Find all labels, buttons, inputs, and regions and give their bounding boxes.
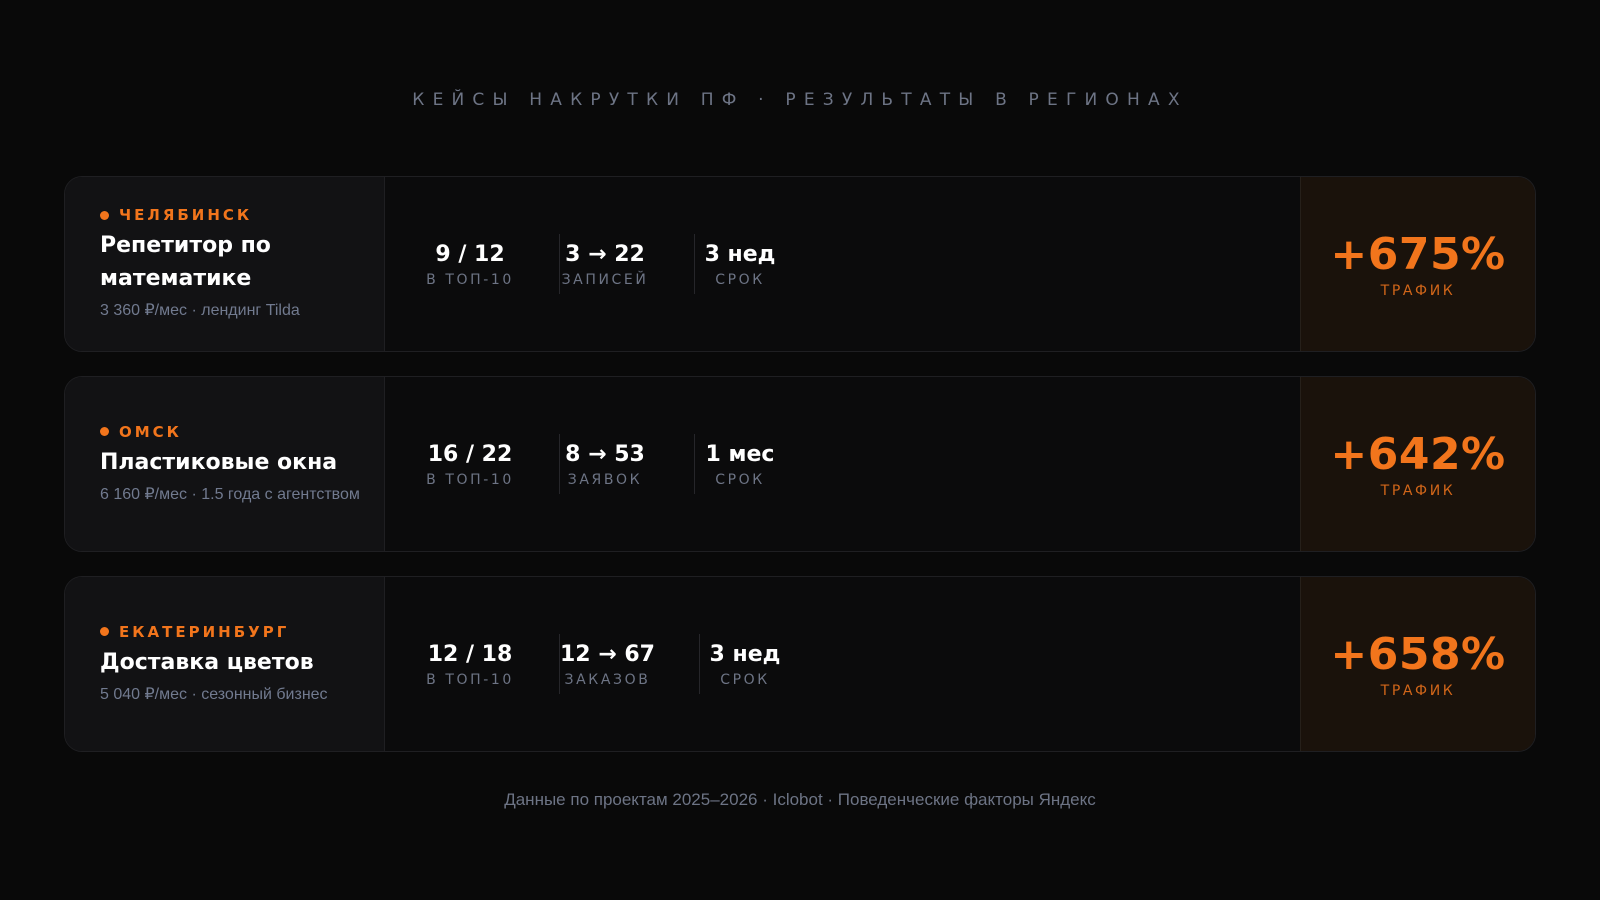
metric-conversions: 8 → 53 ЗАЯВОК [560,440,694,488]
metric-value: 12 → 67 [560,642,655,667]
metric-value: 12 / 18 [427,642,513,667]
metric-label: ЗАПИСЕЙ [561,272,649,288]
niche-title: Доставка цветов [100,649,314,675]
metric-label: ЗАЯВОК [567,472,643,488]
metric-conversions: 12 → 67 ЗАКАЗОВ [560,640,699,688]
case-card-chelyabinsk: ЧЕЛЯБИНСК Репетитор по математике 3 360 … [64,176,1536,352]
traffic-growth-value: +642% [1330,429,1506,480]
metric-label: СРОК [715,272,765,288]
metric-label: В ТОП-10 [426,672,514,688]
case-description: 6 160 ₽/мес · 1.5 года с агентством [100,485,360,503]
case-info: ЧЕЛЯБИНСК Репетитор по математике 3 360 … [65,177,385,351]
traffic-growth-value: +675% [1330,229,1506,280]
metric-top10: 12 / 18 В ТОП-10 [425,640,559,688]
traffic-growth-label: ТРАФИК [1380,283,1456,299]
metric-label: ЗАКАЗОВ [564,672,651,688]
metric-top10: 16 / 22 В ТОП-10 [425,440,559,488]
traffic-growth-label: ТРАФИК [1380,683,1456,699]
metric-value: 3 → 22 [565,242,645,267]
case-list: ЧЕЛЯБИНСК Репетитор по математике 3 360 … [64,176,1536,776]
page-title: КЕЙСЫ НАКРУТКИ ПФ · РЕЗУЛЬТАТЫ В РЕГИОНА… [412,90,1188,110]
metric-label: СРОК [715,472,765,488]
case-metrics: 9 / 12 В ТОП-10 3 → 22 ЗАПИСЕЙ 3 нед СРО… [385,177,1300,351]
city-name: ОМСК [119,422,182,441]
traffic-growth-value: +658% [1330,629,1506,680]
footer-note: Данные по проектам 2025–2026 · Iclobot ·… [504,790,1096,809]
case-info: ОМСК Пластиковые окна 6 160 ₽/мес · 1.5 … [65,377,385,551]
city-label: ЕКАТЕРИНБУРГ [100,623,364,641]
metric-conversions: 3 → 22 ЗАПИСЕЙ [560,240,694,288]
metric-value: 9 / 12 [435,242,505,267]
traffic-result: +675% ТРАФИК [1300,177,1535,351]
city-label: ОМСК [100,423,364,441]
case-card-ekaterinburg: ЕКАТЕРИНБУРГ Доставка цветов 5 040 ₽/мес… [64,576,1536,752]
metric-value: 8 → 53 [565,442,645,467]
city-name: ЧЕЛЯБИНСК [119,206,253,224]
niche-title: Репетитор по математике [100,233,271,291]
traffic-result: +642% ТРАФИК [1300,377,1535,551]
metric-label: В ТОП-10 [426,272,514,288]
metric-label: СРОК [720,672,770,688]
bullet-dot-icon [100,210,109,220]
traffic-result: +658% ТРАФИК [1300,577,1535,751]
case-card-omsk: ОМСК Пластиковые окна 6 160 ₽/мес · 1.5 … [64,376,1536,552]
city-label: ЧЕЛЯБИНСК [100,206,364,224]
niche-title: Пластиковые окна [100,449,338,475]
case-info: ЕКАТЕРИНБУРГ Доставка цветов 5 040 ₽/мес… [65,577,385,751]
bullet-dot-icon [100,627,109,636]
metric-value: 3 нед [704,242,776,267]
metric-top10: 9 / 12 В ТОП-10 [425,240,559,288]
metric-duration: 3 нед СРОК [700,640,834,688]
metric-value: 16 / 22 [427,442,513,467]
case-metrics: 16 / 22 В ТОП-10 8 → 53 ЗАЯВОК 1 мес СРО… [385,377,1300,551]
case-metrics: 12 / 18 В ТОП-10 12 → 67 ЗАКАЗОВ 3 нед С… [385,577,1300,751]
city-name: ЕКАТЕРИНБУРГ [119,622,290,641]
metric-duration: 1 мес СРОК [695,440,829,488]
bullet-dot-icon [100,427,109,436]
case-description: 3 360 ₽/мес · лендинг Tilda [100,302,300,319]
case-description: 5 040 ₽/мес · сезонный бизнес [100,685,328,703]
metric-value: 3 нед [709,642,781,667]
traffic-growth-label: ТРАФИК [1380,483,1456,499]
metric-value: 1 мес [705,442,775,467]
metric-duration: 3 нед СРОК [695,240,829,288]
metric-label: В ТОП-10 [426,472,514,488]
